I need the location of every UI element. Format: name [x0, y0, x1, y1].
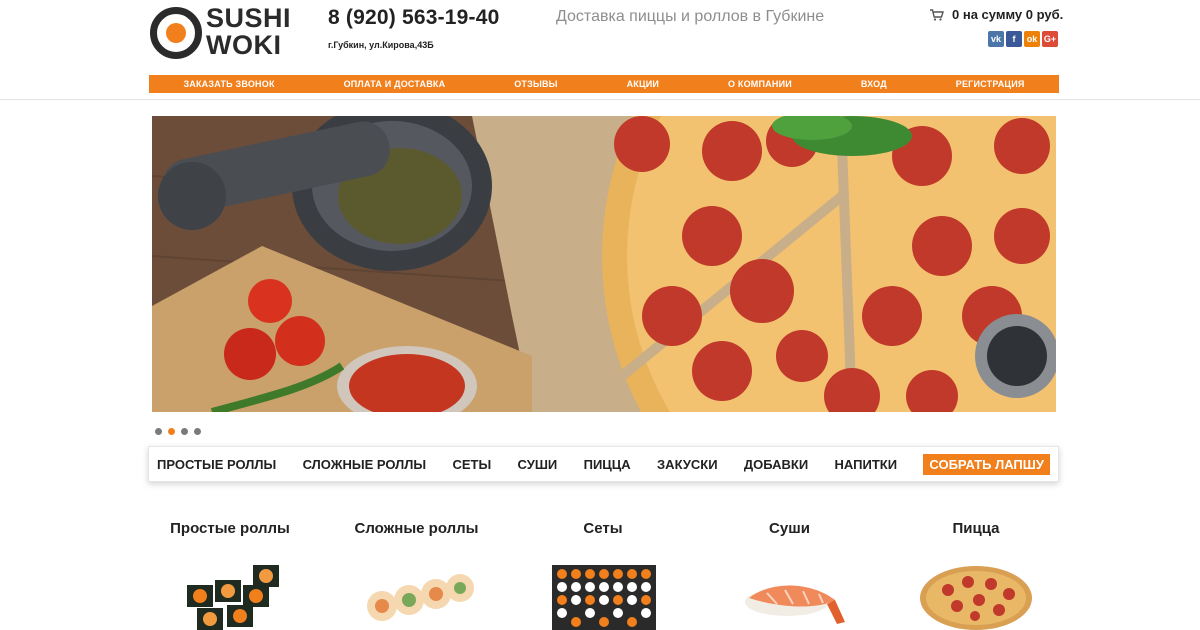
nav-promotions[interactable]: АКЦИИ — [627, 79, 660, 89]
slider-dot[interactable] — [155, 428, 162, 435]
category-complex-rolls[interactable]: СЛОЖНЫЕ РОЛЛЫ — [303, 457, 427, 472]
category-pizza[interactable]: ПИЦЦА — [584, 457, 631, 472]
logo[interactable]: SUSHI WOKI — [150, 5, 300, 63]
tile-title[interactable]: Суши — [769, 520, 810, 544]
site-header: SUSHI WOKI 8 (920) 563-19-40 г.Губкин, у… — [0, 0, 1200, 100]
phone-number[interactable]: 8 (920) 563-19-40 — [328, 6, 500, 30]
vk-icon[interactable]: vk — [988, 31, 1004, 47]
tile-title[interactable]: Сеты — [583, 520, 622, 544]
logo-text: SUSHI WOKI — [206, 5, 291, 59]
category-extras[interactable]: ДОБАВКИ — [744, 457, 808, 472]
tile-simple-rolls[interactable]: Простые роллы — [138, 520, 322, 630]
google-plus-icon[interactable]: G+ — [1042, 31, 1058, 47]
logo-line-2: WOKI — [206, 30, 282, 60]
nav-reviews[interactable]: ОТЗЫВЫ — [514, 79, 557, 89]
sets-image[interactable] — [540, 560, 666, 630]
nav-about[interactable]: О КОМПАНИИ — [728, 79, 792, 89]
pizza-image[interactable] — [913, 560, 1039, 630]
simple-rolls-image[interactable] — [167, 560, 293, 630]
nav-login[interactable]: ВХОД — [861, 79, 887, 89]
cart-text: 0 на сумму 0 руб. — [952, 7, 1064, 22]
hero-pizza-illustration — [152, 116, 1056, 412]
social-links: vk f ok G+ — [988, 31, 1058, 47]
address: г.Губкин, ул.Кирова,43Б — [328, 40, 434, 50]
nav-register[interactable]: РЕГИСТРАЦИЯ — [956, 79, 1025, 89]
tile-pizza[interactable]: Пицца — [884, 520, 1068, 630]
slider-dot-active[interactable] — [168, 428, 175, 435]
sushi-image[interactable] — [726, 560, 853, 630]
cart-icon — [930, 8, 944, 21]
facebook-icon[interactable]: f — [1006, 31, 1022, 47]
tile-sushi[interactable]: Суши — [698, 520, 882, 630]
complex-rolls-image[interactable] — [353, 560, 480, 630]
slider-dot[interactable] — [194, 428, 201, 435]
hero-slider-image[interactable] — [152, 116, 1056, 412]
category-simple-rolls[interactable]: ПРОСТЫЕ РОЛЛЫ — [157, 457, 276, 472]
category-drinks[interactable]: НАПИТКИ — [835, 457, 898, 472]
category-sushi[interactable]: СУШИ — [518, 457, 558, 472]
tile-title[interactable]: Пицца — [953, 520, 1000, 544]
category-snacks[interactable]: ЗАКУСКИ — [657, 457, 718, 472]
category-nav: ПРОСТЫЕ РОЛЛЫ СЛОЖНЫЕ РОЛЛЫ СЕТЫ СУШИ ПИ… — [148, 446, 1059, 482]
tile-sets[interactable]: Сеты — [511, 520, 695, 630]
logo-ring-icon — [150, 7, 202, 59]
category-sets[interactable]: СЕТЫ — [452, 457, 491, 472]
tile-title[interactable]: Простые роллы — [170, 520, 290, 544]
nav-order-call[interactable]: ЗАКАЗАТЬ ЗВОНОК — [183, 79, 274, 89]
tagline: Доставка пиццы и роллов в Губкине — [556, 8, 825, 25]
logo-dot-icon — [166, 23, 186, 43]
slider-dots — [155, 428, 201, 435]
tile-title[interactable]: Сложные роллы — [355, 520, 479, 544]
category-tiles: Простые роллы Сложные роллы Сеты Суши Пи… — [138, 520, 1068, 630]
build-noodles-button[interactable]: СОБРАТЬ ЛАПШУ — [923, 453, 1050, 475]
cart-summary[interactable]: 0 на сумму 0 руб. — [930, 7, 1063, 22]
nav-payment-delivery[interactable]: ОПЛАТА И ДОСТАВКА — [344, 79, 446, 89]
slider-dot[interactable] — [181, 428, 188, 435]
logo-line-1: SUSHI — [206, 3, 292, 33]
top-nav: ЗАКАЗАТЬ ЗВОНОК ОПЛАТА И ДОСТАВКА ОТЗЫВЫ… — [149, 75, 1059, 93]
odnoklassniki-icon[interactable]: ok — [1024, 31, 1040, 47]
tile-complex-rolls[interactable]: Сложные роллы — [325, 520, 509, 630]
